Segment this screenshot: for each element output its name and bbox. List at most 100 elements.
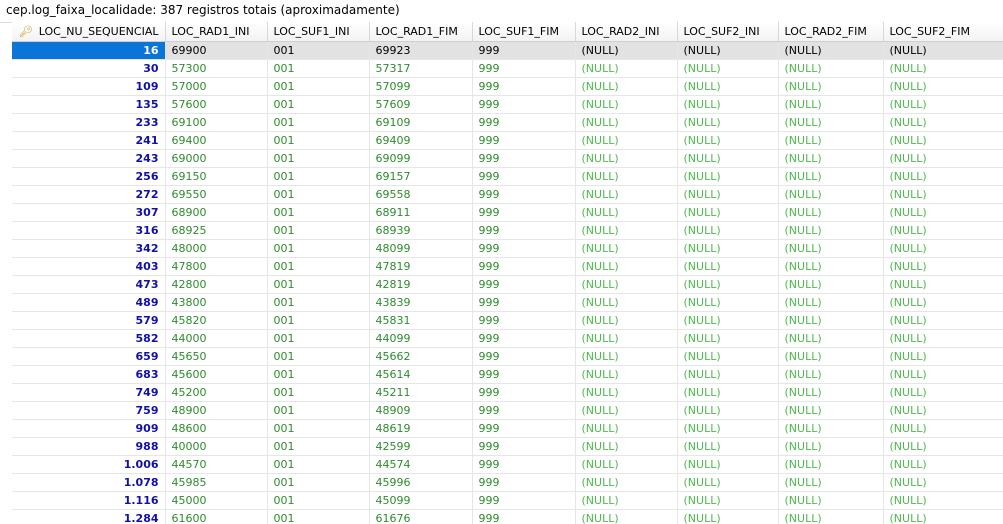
cell-loc-suf1-ini[interactable]: 001 (267, 491, 370, 510)
cell-loc-suf2-fim[interactable]: (NULL) (883, 437, 1003, 456)
cell-loc-suf1-ini[interactable]: 001 (267, 455, 370, 474)
column-header-loc-rad2-ini[interactable]: LOC_RAD2_INI (575, 22, 678, 42)
cell-loc-rad2-fim[interactable]: (NULL) (778, 131, 884, 150)
cell-loc-rad1-fim[interactable]: 57317 (369, 59, 473, 78)
cell-loc-rad2-fim[interactable]: (NULL) (778, 149, 884, 168)
table-row[interactable]: 30 57300 001 57317 999 (NULL) (NULL) (NULL) (NUL… (12, 59, 1003, 78)
cell-loc-suf2-ini[interactable]: (NULL) (677, 113, 779, 132)
cell-loc-nu-sequencial[interactable]: 759 (12, 401, 166, 420)
column-header-loc-rad2-fim[interactable]: LOC_RAD2_FIM (778, 22, 884, 42)
table-row[interactable]: 489 43800 001 43839 999 (NULL) (NULL) (NULL) (NU… (12, 293, 1003, 312)
cell-loc-rad2-ini[interactable]: (NULL) (575, 167, 678, 186)
cell-loc-suf1-ini[interactable]: 001 (267, 311, 370, 330)
cell-loc-rad1-ini[interactable]: 45820 (165, 311, 268, 330)
cell-loc-rad1-ini[interactable]: 45200 (165, 383, 268, 402)
cell-loc-rad1-ini[interactable]: 69150 (165, 167, 268, 186)
cell-loc-rad1-fim[interactable]: 69923 (369, 41, 473, 60)
cell-loc-suf1-ini[interactable]: 001 (267, 149, 370, 168)
cell-loc-suf1-fim[interactable]: 999 (472, 509, 576, 524)
cell-loc-rad2-ini[interactable]: (NULL) (575, 131, 678, 150)
cell-loc-suf1-fim[interactable]: 999 (472, 365, 576, 384)
cell-loc-rad2-fim[interactable]: (NULL) (778, 455, 884, 474)
cell-loc-suf2-fim[interactable]: (NULL) (883, 59, 1003, 78)
cell-loc-nu-sequencial[interactable]: 1.284 (12, 509, 166, 524)
cell-loc-suf1-fim[interactable]: 999 (472, 257, 576, 276)
table-row[interactable]: 579 45820 001 45831 999 (NULL) (NULL) (NULL) (NU… (12, 311, 1003, 330)
cell-loc-rad1-ini[interactable]: 45650 (165, 347, 268, 366)
cell-loc-rad2-fim[interactable]: (NULL) (778, 59, 884, 78)
cell-loc-nu-sequencial[interactable]: 659 (12, 347, 166, 366)
cell-loc-nu-sequencial[interactable]: 1.078 (12, 473, 166, 492)
cell-loc-nu-sequencial[interactable]: 403 (12, 257, 166, 276)
table-row[interactable]: 307 68900 001 68911 999 (NULL) (NULL) (NULL) (NU… (12, 203, 1003, 222)
cell-loc-suf2-ini[interactable]: (NULL) (677, 149, 779, 168)
cell-loc-rad1-ini[interactable]: 48000 (165, 239, 268, 258)
column-header-loc-rad1-fim[interactable]: LOC_RAD1_FIM (369, 22, 473, 42)
cell-loc-suf2-ini[interactable]: (NULL) (677, 365, 779, 384)
table-row[interactable]: 109 57000 001 57099 999 (NULL) (NULL) (NULL) (NU… (12, 77, 1003, 96)
cell-loc-rad1-ini[interactable]: 69400 (165, 131, 268, 150)
cell-loc-rad2-fim[interactable]: (NULL) (778, 473, 884, 492)
column-header-loc-rad1-ini[interactable]: LOC_RAD1_INI (165, 22, 268, 42)
cell-loc-suf1-ini[interactable]: 001 (267, 221, 370, 240)
cell-loc-rad1-fim[interactable]: 69157 (369, 167, 473, 186)
cell-loc-rad2-fim[interactable]: (NULL) (778, 293, 884, 312)
cell-loc-rad1-fim[interactable]: 45996 (369, 473, 473, 492)
cell-loc-suf1-ini[interactable]: 001 (267, 59, 370, 78)
cell-loc-suf1-fim[interactable]: 999 (472, 185, 576, 204)
cell-loc-suf1-fim[interactable]: 999 (472, 41, 576, 60)
cell-loc-suf2-fim[interactable]: (NULL) (883, 473, 1003, 492)
cell-loc-suf2-ini[interactable]: (NULL) (677, 221, 779, 240)
cell-loc-rad1-fim[interactable]: 42819 (369, 275, 473, 294)
cell-loc-rad1-fim[interactable]: 44099 (369, 329, 473, 348)
cell-loc-suf1-ini[interactable]: 001 (267, 473, 370, 492)
cell-loc-suf2-fim[interactable]: (NULL) (883, 113, 1003, 132)
cell-loc-rad1-ini[interactable]: 61600 (165, 509, 268, 524)
cell-loc-suf2-ini[interactable]: (NULL) (677, 437, 779, 456)
cell-loc-rad1-fim[interactable]: 68939 (369, 221, 473, 240)
cell-loc-suf1-fim[interactable]: 999 (472, 77, 576, 96)
cell-loc-nu-sequencial[interactable]: 582 (12, 329, 166, 348)
cell-loc-rad2-ini[interactable]: (NULL) (575, 113, 678, 132)
cell-loc-rad1-ini[interactable]: 40000 (165, 437, 268, 456)
cell-loc-rad2-fim[interactable]: (NULL) (778, 95, 884, 114)
table-row[interactable]: 256 69150 001 69157 999 (NULL) (NULL) (NULL) (NU… (12, 167, 1003, 186)
cell-loc-rad2-fim[interactable]: (NULL) (778, 113, 884, 132)
cell-loc-suf2-fim[interactable]: (NULL) (883, 77, 1003, 96)
cell-loc-suf2-fim[interactable]: (NULL) (883, 257, 1003, 276)
cell-loc-suf1-fim[interactable]: 999 (472, 401, 576, 420)
cell-loc-rad1-ini[interactable]: 43800 (165, 293, 268, 312)
table-row[interactable]: 759 48900 001 48909 999 (NULL) (NULL) (NULL) (NU… (12, 401, 1003, 420)
cell-loc-rad1-ini[interactable]: 68925 (165, 221, 268, 240)
table-row[interactable]: 403 47800 001 47819 999 (NULL) (NULL) (NULL) (NU… (12, 257, 1003, 276)
cell-loc-rad1-ini[interactable]: 57000 (165, 77, 268, 96)
cell-loc-rad2-ini[interactable]: (NULL) (575, 383, 678, 402)
table-row[interactable]: 683 45600 001 45614 999 (NULL) (NULL) (NULL) (NU… (12, 365, 1003, 384)
cell-loc-rad1-fim[interactable]: 69409 (369, 131, 473, 150)
cell-loc-suf2-fim[interactable]: (NULL) (883, 167, 1003, 186)
table-row[interactable]: 909 48600 001 48619 999 (NULL) (NULL) (NULL) (NU… (12, 419, 1003, 438)
cell-loc-nu-sequencial[interactable]: 109 (12, 77, 166, 96)
cell-loc-rad2-fim[interactable]: (NULL) (778, 203, 884, 222)
cell-loc-suf1-ini[interactable]: 001 (267, 203, 370, 222)
table-row[interactable]: 659 45650 001 45662 999 (NULL) (NULL) (NULL) (NU… (12, 347, 1003, 366)
cell-loc-suf1-ini[interactable]: 001 (267, 257, 370, 276)
cell-loc-suf1-ini[interactable]: 001 (267, 365, 370, 384)
cell-loc-rad1-fim[interactable]: 45662 (369, 347, 473, 366)
cell-loc-suf2-ini[interactable]: (NULL) (677, 257, 779, 276)
cell-loc-rad2-ini[interactable]: (NULL) (575, 59, 678, 78)
cell-loc-rad2-fim[interactable]: (NULL) (778, 41, 884, 60)
cell-loc-rad2-fim[interactable]: (NULL) (778, 509, 884, 524)
table-row[interactable]: 241 69400 001 69409 999 (NULL) (NULL) (NULL) (NU… (12, 131, 1003, 150)
cell-loc-suf1-fim[interactable]: 999 (472, 311, 576, 330)
cell-loc-suf1-fim[interactable]: 999 (472, 455, 576, 474)
cell-loc-nu-sequencial[interactable]: 243 (12, 149, 166, 168)
cell-loc-suf2-fim[interactable]: (NULL) (883, 365, 1003, 384)
cell-loc-nu-sequencial[interactable]: 233 (12, 113, 166, 132)
cell-loc-nu-sequencial[interactable]: 473 (12, 275, 166, 294)
cell-loc-rad2-fim[interactable]: (NULL) (778, 257, 884, 276)
cell-loc-suf1-ini[interactable]: 001 (267, 419, 370, 438)
cell-loc-nu-sequencial[interactable]: 16 (12, 41, 166, 60)
cell-loc-nu-sequencial[interactable]: 489 (12, 293, 166, 312)
cell-loc-suf2-ini[interactable]: (NULL) (677, 455, 779, 474)
